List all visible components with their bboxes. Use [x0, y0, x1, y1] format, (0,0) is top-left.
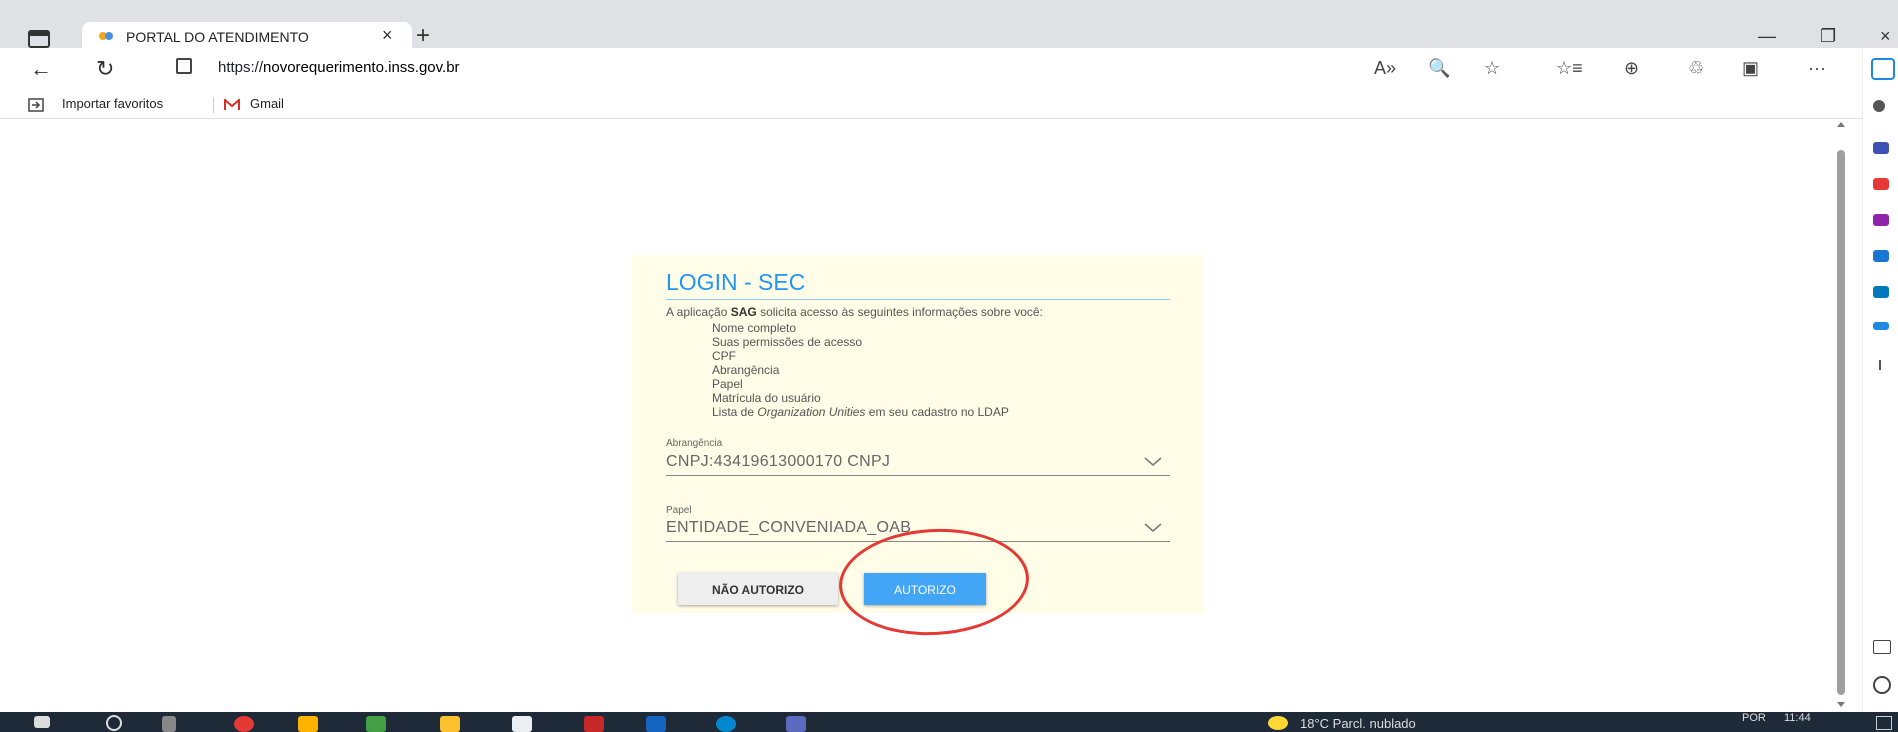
tab-actions-icon[interactable] — [28, 30, 50, 48]
app-icon[interactable] — [512, 716, 532, 732]
tools-icon[interactable] — [1873, 178, 1889, 190]
file-explorer-icon[interactable] — [440, 716, 460, 732]
favorite-gmail[interactable]: Gmail — [250, 96, 284, 111]
tab-title: PORTAL DO ATENDIMENTO — [126, 29, 309, 45]
import-icon — [28, 98, 44, 112]
app-icon[interactable] — [786, 716, 806, 732]
new-tab-button[interactable]: + — [416, 22, 430, 50]
back-icon[interactable]: ← — [30, 56, 52, 82]
permission-pre: Lista de — [712, 405, 758, 419]
send-icon[interactable] — [1873, 322, 1889, 330]
add-icon[interactable] — [1879, 360, 1881, 370]
permission-item: Abrangência — [712, 363, 780, 377]
restore-icon[interactable]: ❐ — [1820, 26, 1836, 47]
favorite-import[interactable]: Importar favoritos — [62, 96, 163, 111]
bing-icon[interactable] — [1871, 58, 1895, 80]
word-icon[interactable] — [646, 716, 666, 732]
weather-text[interactable]: 18°C Parcl. nublado — [1300, 716, 1416, 731]
permission-item: Suas permissões de acesso — [712, 335, 863, 349]
edge-icon[interactable] — [716, 716, 736, 732]
edge-sidebar — [1862, 48, 1898, 712]
permission-item: Matrícula do usuário — [712, 391, 821, 405]
close-window-icon[interactable]: × — [1880, 26, 1891, 47]
tab-portal-atendimento[interactable]: PORTAL DO ATENDIMENTO × — [82, 22, 412, 50]
permission-item: Nome completo — [712, 321, 797, 335]
permission-italic: Organization Unities — [757, 405, 866, 419]
abrangencia-label: Abrangência — [666, 438, 723, 449]
search-icon[interactable] — [106, 715, 122, 731]
favorites-bar: Importar favoritos Gmail — [0, 94, 1898, 119]
refresh-icon[interactable]: ↻ — [96, 56, 114, 82]
url-domain: novorequerimento.inss.gov.br — [263, 59, 460, 76]
office-icon[interactable] — [1873, 250, 1889, 262]
notification-icon[interactable] — [1876, 716, 1892, 730]
read-aloud-icon[interactable]: A» — [1374, 58, 1396, 79]
intro-app: SAG — [730, 305, 757, 319]
favorites-icon[interactable]: ☆≡ — [1556, 58, 1583, 79]
permission-item: CPF — [712, 349, 736, 363]
intro-pre: A aplicação — [666, 305, 731, 319]
start-icon[interactable] — [34, 716, 50, 728]
chrome-icon[interactable] — [234, 716, 254, 732]
intro-post: solicita acesso às seguintes informações… — [756, 305, 1043, 319]
chevron-down-icon — [1144, 523, 1162, 532]
login-title: LOGIN - SEC — [666, 269, 806, 295]
abrangencia-select[interactable]: CNPJ:43419613000170 CNPJ — [666, 449, 1170, 476]
app-icon[interactable] — [298, 716, 318, 732]
url-text[interactable]: https://novorequerimento.inss.gov.br — [218, 59, 460, 76]
shopping-icon[interactable] — [1873, 142, 1889, 154]
clock[interactable]: 11:44 — [1784, 712, 1811, 724]
windows-taskbar: 18°C Parcl. nublado POR 11:44 — [0, 712, 1898, 732]
minimize-icon[interactable]: — — [1758, 26, 1776, 47]
scroll-up-icon[interactable] — [1837, 122, 1845, 127]
tab-strip: PORTAL DO ATENDIMENTO × + — ❐ × — [0, 0, 1898, 50]
chevron-down-icon — [1144, 457, 1162, 466]
gmail-icon — [224, 99, 240, 110]
profile-icon[interactable]: ▣ — [1742, 58, 1759, 79]
outlook-icon[interactable] — [1873, 286, 1889, 298]
sidebar-layout-icon[interactable] — [1873, 640, 1891, 654]
permission-post: em seu cadastro no LDAP — [865, 405, 1009, 419]
papel-value: ENTIDADE_CONVENIADA_OAB — [666, 519, 912, 536]
search-icon[interactable] — [1873, 100, 1885, 112]
app-icon[interactable] — [366, 716, 386, 732]
collections-icon[interactable]: ⊕ — [1624, 58, 1639, 79]
permission-item: Lista de Organization Unities em seu cad… — [712, 405, 1009, 419]
favorites-divider — [213, 97, 214, 113]
scroll-thumb[interactable] — [1837, 150, 1845, 695]
url-prefix: https:// — [218, 59, 264, 76]
settings-gear-icon[interactable] — [1873, 676, 1891, 694]
more-icon[interactable]: ··· — [1808, 58, 1826, 79]
games-icon[interactable] — [1873, 214, 1889, 226]
favorite-star-icon[interactable]: ☆ — [1484, 58, 1500, 79]
permission-item: Papel — [712, 377, 743, 391]
nao-autorizo-button[interactable]: NÃO AUTORIZO — [678, 573, 838, 605]
app-icon[interactable] — [584, 716, 604, 732]
tab-close-icon[interactable]: × — [382, 25, 393, 46]
intro-text: A aplicação SAG solicita acesso às segui… — [666, 305, 1043, 319]
browser-toolbar: ← ↻ https://novorequerimento.inss.gov.br… — [0, 48, 1898, 94]
language-indicator[interactable]: POR — [1742, 712, 1766, 724]
weather-icon[interactable] — [1268, 716, 1288, 730]
task-view-icon[interactable] — [162, 716, 176, 732]
abrangencia-value: CNPJ:43419613000170 CNPJ — [666, 453, 891, 470]
scroll-down-icon[interactable] — [1837, 702, 1845, 707]
lock-icon — [176, 58, 192, 74]
title-divider — [666, 299, 1170, 300]
extensions-icon[interactable]: ♲ — [1688, 58, 1704, 79]
zoom-icon[interactable]: 🔍 — [1428, 58, 1450, 79]
portal-favicon-icon — [99, 32, 113, 40]
page-scrollbar[interactable] — [1834, 118, 1848, 712]
